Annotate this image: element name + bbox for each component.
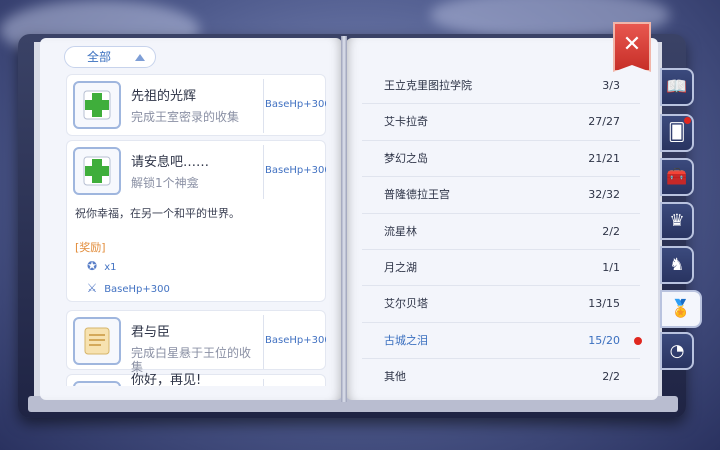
region-row[interactable]: 梦幻之岛 21/21 [362,141,640,178]
divider [263,145,264,199]
region-list[interactable]: 王立克里图拉学院 3/3 艾卡拉奇 27/27 梦幻之岛 21/21 普隆德拉王… [362,68,642,396]
region-row-selected[interactable]: 古城之泪 15/20 [362,323,642,360]
region-name: 艾卡拉奇 [384,115,428,129]
gauge-icon: ◔ [669,341,685,361]
divider [263,379,264,386]
achievement-list[interactable]: 先祖的光辉 完成王室密录的收集 BaseHp+300 请安息吧…… 解锁1个神龛… [66,74,326,386]
reward-item: ✪ x1 [83,259,117,273]
reward-item-text: x1 [104,262,117,273]
region-row[interactable]: 王立克里图拉学院 3/3 [362,68,640,105]
achievement-reward: BaseHp+300 [265,335,326,346]
scroll-icon [73,381,121,386]
reward-item: ⚔ BaseHp+300 [83,281,170,295]
region-row[interactable]: 月之湖 1/1 [362,250,640,287]
region-name: 王立克里图拉学院 [384,79,472,92]
open-book-icon: 📖 [666,77,688,97]
tab-toy[interactable]: ♞ [660,246,694,284]
achievement-card[interactable]: 君与臣 完成白星悬于王位的收集 BaseHp+300 [66,310,326,374]
divider [263,79,264,133]
region-count: 3/3 [602,79,620,92]
achievement-reward: BaseHp+300 [265,165,326,176]
tab-cards[interactable]: 🂠 [660,114,694,152]
notification-dot [634,336,642,345]
region-count: 15/20 [588,333,620,347]
region-name: 古城之泪 [384,333,428,347]
region-name: 流星林 [384,224,417,238]
region-count: 2/2 [602,370,620,384]
tab-furniture[interactable]: ♛ [660,202,694,240]
region-row[interactable]: 普隆德拉王宫 32/32 [362,177,640,214]
achievement-desc: 解锁1个神龛 [131,176,199,190]
achievement-title: 先祖的光辉 [131,89,197,104]
region-row[interactable]: 流星林 2/2 [362,214,640,250]
achievement-quote: 祝你幸福，在另一个和平的世界。 [75,207,240,220]
chevron-up-icon [135,54,145,61]
achievement-card-expanded[interactable]: 请安息吧…… 解锁1个神龛 BaseHp+300 祝你幸福，在另一个和平的世界。… [66,140,326,302]
region-count: 1/1 [602,260,620,274]
treasure-chest-icon: 🧰 [666,167,688,187]
region-count: 13/15 [588,297,620,311]
region-count: 2/2 [602,224,620,238]
rocking-horse-icon: ♞ [669,255,685,275]
plus-scroll-icon [73,81,121,129]
reward-label: [奖励] [75,241,106,254]
region-name: 艾尔贝塔 [384,297,428,311]
region-row[interactable]: 其他 2/2 [362,359,640,395]
achievement-title: 君与臣 [131,325,171,340]
achievement-title: 请安息吧…… [131,155,210,170]
filter-label: 全部 [87,50,112,64]
achievement-reward: BaseHp+300 [265,99,326,110]
plus-scroll-icon [73,147,121,195]
scroll-icon [73,317,121,365]
region-count: 27/27 [588,115,620,129]
achievement-card[interactable]: 先祖的光辉 完成王室密录的收集 BaseHp+300 [66,74,326,136]
notification-dot [684,117,691,124]
crossed-swords-icon: ⚔ [86,281,98,295]
tab-book[interactable]: 📖 [660,68,694,106]
region-name: 普隆德拉王宫 [384,188,450,202]
close-button[interactable]: ✕ [613,22,651,72]
close-icon: ✕ [622,32,642,57]
region-name: 月之湖 [384,260,417,274]
region-count: 21/21 [588,151,620,165]
divider [263,315,264,369]
reward-item-text: BaseHp+300 [104,284,170,295]
achievement-title: 你好，再见! [131,373,202,386]
armchair-icon: ♛ [669,211,685,231]
exp-icon: ✪ [86,259,98,273]
region-count: 32/32 [588,188,620,202]
region-row[interactable]: 艾尔贝塔 13/15 [362,286,640,323]
tab-medal[interactable]: 🏅 [660,290,702,328]
region-row[interactable]: 艾卡拉奇 27/27 [362,104,640,141]
achievement-card[interactable]: 你好，再见! [66,373,326,386]
region-name: 梦幻之岛 [384,151,428,165]
region-name: 其他 [384,370,406,384]
tab-gauge[interactable]: ◔ [660,332,694,370]
filter-dropdown[interactable]: 全部 [64,46,156,68]
book-spine [341,36,347,402]
medal-icon: 🏅 [670,299,692,319]
tab-chest[interactable]: 🧰 [660,158,694,196]
achievement-desc: 完成王室密录的收集 [131,110,240,124]
card-icon: 🂠 [668,123,686,143]
